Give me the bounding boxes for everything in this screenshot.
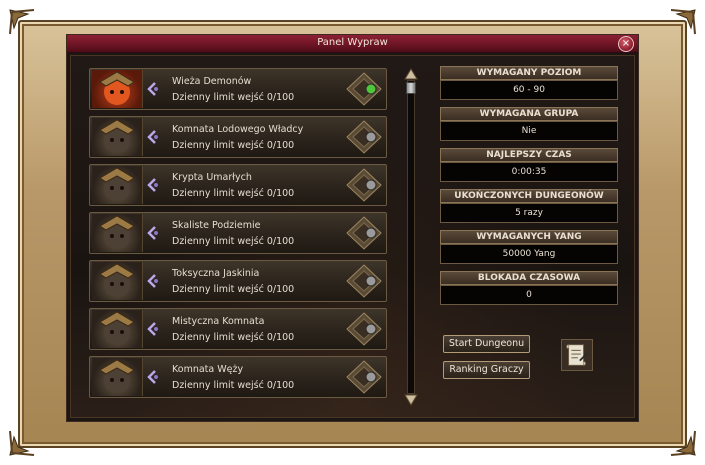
daily-limit-text: Dzienny limit wejść 0/100 [172,332,295,343]
dungeon-name: Mistyczna Komnata [172,316,265,327]
best-time-value: 0:00:35 [440,162,618,182]
scroll-track[interactable] [407,80,415,394]
dungeon-emblem-icon [346,264,382,298]
dungeon-list-item[interactable]: Toksyczna Jaskinia Dzienny limit wejść 0/… [89,260,387,302]
dungeon-list-item[interactable]: Komnata Węży Dzienny limit wejść 0/100 [89,356,387,398]
ranking-button[interactable]: Ranking Graczy [443,361,530,379]
time-block-label: BLOKADA CZASOWA [440,271,618,285]
rune-icon [147,370,158,384]
corner-ornament-icon [8,8,42,42]
start-dungeon-button[interactable]: Start Dungeonu [443,335,530,353]
scroll-item-icon[interactable] [561,339,593,371]
dungeon-emblem-icon [346,168,382,202]
scroll-thumb[interactable] [406,82,416,94]
dungeon-boss-portrait [92,358,143,396]
list-scrollbar[interactable] [404,68,418,406]
required-group-label: WYMAGANA GRUPA [440,107,618,121]
dungeon-list-item[interactable]: Komnata Lodowego Władcy Dzienny limit wej… [89,116,387,158]
dungeon-emblem-icon [346,360,382,394]
required-yang-value: 50000 Yang [440,244,618,264]
corner-ornament-icon [663,423,697,457]
dungeon-name: Skaliste Podziemie [172,220,261,231]
dungeon-emblem-icon [346,216,382,250]
window-title: Panel Wypraw [317,37,388,48]
dungeon-panel-window: Panel Wypraw × Wieża Demonów Dzienny limi… [66,34,639,422]
corner-ornament-icon [663,8,697,42]
rune-icon [147,82,158,96]
required-group-value: Nie [440,121,618,141]
rune-icon [147,322,158,336]
dungeon-list-item[interactable]: Krypta Umarłych Dzienny limit wejść 0/100 [89,164,387,206]
daily-limit-text: Dzienny limit wejść 0/100 [172,380,295,391]
dungeon-list-item[interactable]: Mistyczna Komnata Dzienny limit wejść 0/1… [89,308,387,350]
required-level-label: WYMAGANY POZIOM [440,66,618,80]
dungeon-boss-portrait [92,166,143,204]
completed-dungeons-value: 5 razy [440,203,618,223]
dungeon-emblem-icon [346,312,382,346]
completed-dungeons-label: UKOŃCZONYCH DUNGEONÓW [440,189,618,203]
dungeon-list-item[interactable]: Skaliste Podziemie Dzienny limit wejść 0/… [89,212,387,254]
best-time-label: NAJLEPSZY CZAS [440,148,618,162]
rune-icon [147,274,158,288]
daily-limit-text: Dzienny limit wejść 0/100 [172,188,295,199]
dungeon-name: Krypta Umarłych [172,172,252,183]
dungeon-boss-portrait [92,70,143,108]
corner-ornament-icon [8,423,42,457]
dungeon-name: Toksyczna Jaskinia [172,268,260,279]
daily-limit-text: Dzienny limit wejść 0/100 [172,140,295,151]
dungeon-emblem-icon [346,72,382,106]
required-yang-label: WYMAGANYCH YANG [440,230,618,244]
dungeon-emblem-icon [346,120,382,154]
dungeon-boss-portrait [92,262,143,300]
dungeon-list: Wieża Demonów Dzienny limit wejść 0/100 Ko… [89,68,387,404]
time-block-value: 0 [440,285,618,305]
dungeon-info-panel: WYMAGANY POZIOM 60 - 90 WYMAGANA GRUPA N… [440,66,618,312]
dungeon-name: Komnata Węży [172,364,244,375]
close-icon[interactable]: × [618,36,634,52]
daily-limit-text: Dzienny limit wejść 0/100 [172,236,295,247]
required-level-value: 60 - 90 [440,80,618,100]
dungeon-boss-portrait [92,118,143,156]
dungeon-boss-portrait [92,310,143,348]
arrow-up-icon[interactable] [404,68,418,80]
rune-icon [147,130,158,144]
panel-board: Wieża Demonów Dzienny limit wejść 0/100 Ko… [70,55,635,418]
dungeon-boss-portrait [92,214,143,252]
dungeon-name: Komnata Lodowego Władcy [172,124,304,135]
dungeon-list-item[interactable]: Wieża Demonów Dzienny limit wejść 0/100 [89,68,387,110]
rune-icon [147,226,158,240]
title-bar[interactable]: Panel Wypraw × [67,35,638,53]
rune-icon [147,178,158,192]
dungeon-name: Wieża Demonów [172,76,252,87]
daily-limit-text: Dzienny limit wejść 0/100 [172,284,295,295]
arrow-down-icon[interactable] [404,394,418,406]
daily-limit-text: Dzienny limit wejść 0/100 [172,92,295,103]
